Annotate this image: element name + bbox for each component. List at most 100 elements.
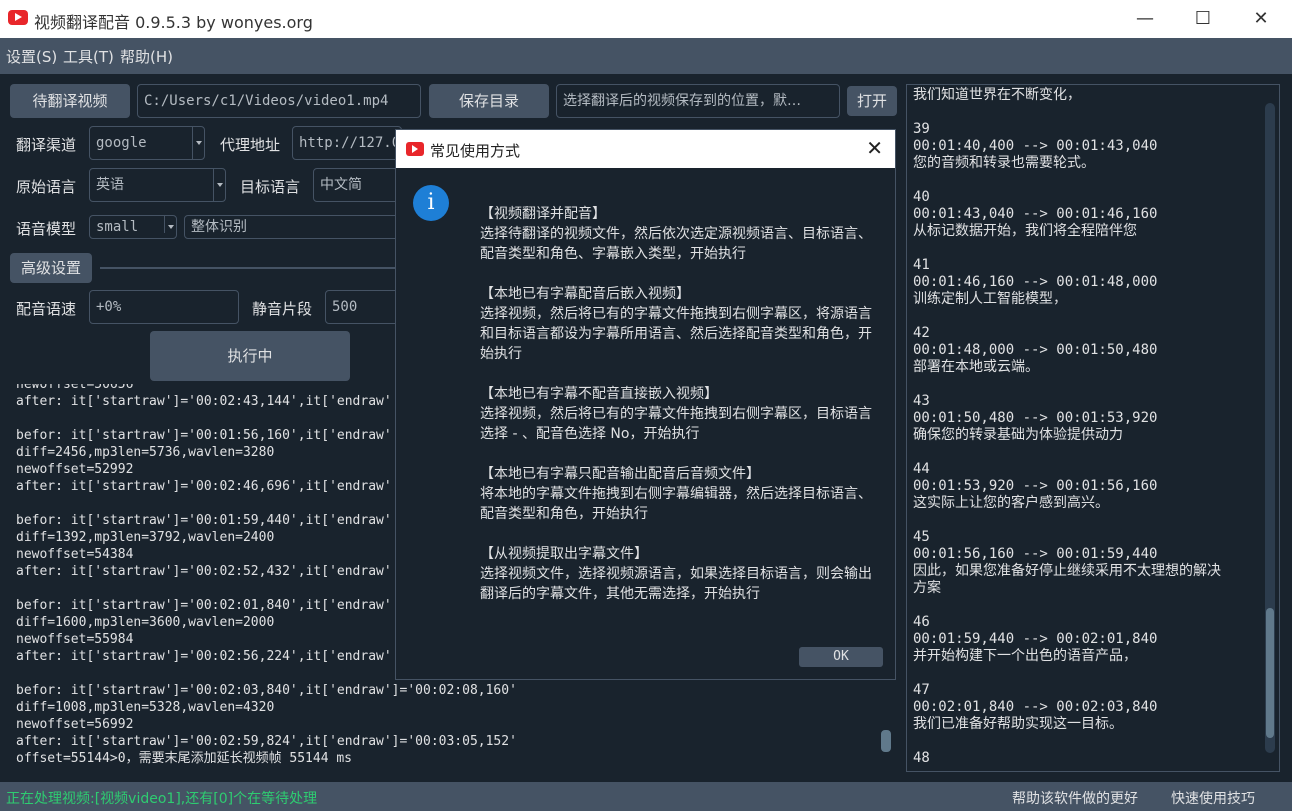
select-video-button[interactable]: 待翻译视频: [10, 84, 130, 118]
subtitle-line: 训练定制人工智能模型，: [913, 291, 1067, 307]
silence-label: 静音片段: [252, 300, 313, 318]
subtitle-line: 41: [913, 257, 930, 273]
subtitle-line: 部署在本地或云端。: [913, 359, 1039, 375]
subtitle-line: [913, 512, 1221, 529]
dialog-section: 【本地已有字幕配音后嵌入视频】 选择视频，然后将已有的字幕文件拖拽到右侧字幕区，…: [480, 284, 880, 364]
section-body: 选择视频，然后将已有的字幕文件拖拽到右侧字幕区，目标语言选择 - 、配音色选择 …: [480, 406, 872, 442]
subtitle-line: [913, 376, 1221, 393]
model-label: 语音模型: [16, 220, 77, 238]
status-bar: 正在处理视频:[视频video1],还有[0]个在等待处理 帮助该软件做的更好 …: [0, 782, 1292, 811]
channel-label: 翻译渠道: [16, 136, 77, 154]
ok-button[interactable]: OK: [799, 647, 883, 667]
subtitle-line: 我们知道世界在不断变化，: [913, 87, 1081, 103]
voice-rate-label: 配音语速: [16, 300, 77, 318]
subtitle-line: 43: [913, 393, 930, 409]
run-button[interactable]: 执行中: [150, 331, 350, 381]
save-dir-button[interactable]: 保存目录: [429, 84, 549, 118]
proxy-label: 代理地址: [220, 136, 281, 154]
subtitle-line: 00:01:50,480 --> 00:01:53,920: [913, 410, 1158, 426]
model-select[interactable]: small: [89, 215, 177, 239]
menu-tools[interactable]: 工具(T): [63, 46, 114, 67]
app-logo-icon: [406, 142, 424, 156]
silence-input[interactable]: 500: [325, 290, 403, 324]
subtitle-line: 00:02:01,840 --> 00:02:03,840: [913, 699, 1158, 715]
advanced-settings-button[interactable]: 高级设置: [10, 253, 92, 283]
subtitle-line: 00:01:53,920 --> 00:01:56,160: [913, 478, 1158, 494]
source-language-select[interactable]: 英语: [89, 168, 226, 202]
subtitle-scrollbar-thumb[interactable]: [1266, 608, 1274, 738]
maximize-button[interactable]: ☐: [1174, 0, 1232, 38]
subtitle-line: 00:01:56,160 --> 00:01:59,440: [913, 546, 1158, 562]
log-line: after: it['startraw']='00:02:59,824',it[…: [16, 734, 517, 749]
dialog-section: 【本地已有字幕不配音直接嵌入视频】 选择视频，然后将已有的字幕文件拖拽到右侧字幕…: [480, 384, 880, 444]
section-heading: 【本地已有字幕不配音直接嵌入视频】: [480, 386, 718, 402]
subtitle-line: 您的音频和转录也需要轮式。: [913, 155, 1095, 171]
section-body: 选择视频文件，选择视频源语言，如果选择目标语言，则会输出翻译后的字幕文件，其他无…: [480, 566, 872, 602]
proxy-input[interactable]: http://127.0: [292, 126, 402, 160]
chevron-down-icon: [213, 169, 225, 201]
source-video-path[interactable]: C:/Users/c1/Videos/video1.mp4: [137, 84, 421, 118]
subtitle-line: 00:01:46,160 --> 00:01:48,000: [913, 274, 1158, 290]
subtitle-line: 47: [913, 682, 930, 698]
subtitle-line: 从标记数据开始，我们将全程陪伴您: [913, 223, 1137, 239]
status-text: 正在处理视频:[视频video1],还有[0]个在等待处理: [6, 791, 318, 807]
minimize-button[interactable]: —: [1116, 0, 1174, 38]
section-heading: 【从视频提取出字幕文件】: [480, 546, 648, 562]
model-value: small: [96, 219, 139, 235]
subtitle-line: 这实际上让您的客户感到高兴。: [913, 495, 1109, 511]
subtitle-line: 42: [913, 325, 930, 341]
app-logo-icon: [8, 10, 28, 25]
usage-dialog: 常见使用方式 ✕ i 【视频翻译并配音】 选择待翻译的视频文件，然后依次选定源视…: [395, 129, 896, 680]
dialog-section: 【视频翻译并配音】 选择待翻译的视频文件，然后依次选定源视频语言、目标语言、配音…: [480, 204, 880, 264]
dialog-close-button[interactable]: ✕: [866, 136, 883, 160]
dialog-section: 【从视频提取出字幕文件】 选择视频文件，选择视频源语言，如果选择目标语言，则会输…: [480, 544, 880, 604]
subtitle-line: 00:01:48,000 --> 00:01:50,480: [913, 342, 1158, 358]
subtitle-line: 方案: [913, 580, 941, 596]
info-icon: i: [413, 185, 449, 221]
chevron-down-icon: [164, 216, 176, 233]
quick-tips-button[interactable]: 快速使用技巧: [1171, 788, 1255, 808]
open-dir-button[interactable]: 打开: [847, 86, 897, 116]
subtitle-line: 因此，如果您准备好停止继续采用不太理想的解决: [913, 563, 1221, 579]
subtitle-editor[interactable]: 我们知道世界在不断变化， 39 00:01:40,400 --> 00:01:43,…: [906, 84, 1280, 772]
target-language-label: 目标语言: [240, 178, 301, 196]
subtitle-line: 44: [913, 461, 930, 477]
target-language-select[interactable]: 中文简: [313, 168, 403, 202]
menu-bar: 设置(S) 工具(T) 帮助(H): [0, 38, 1292, 74]
subtitle-line: [913, 308, 1221, 325]
dialog-title-bar: 常见使用方式 ✕: [396, 130, 895, 168]
subtitle-line: [913, 240, 1221, 257]
source-language-label: 原始语言: [16, 178, 77, 196]
section-heading: 【本地已有字幕只配音输出配音后音频文件】: [480, 466, 760, 482]
window-title: 视频翻译配音 0.9.5.3 by wonyes.org: [34, 13, 313, 32]
menu-settings[interactable]: 设置(S): [6, 46, 57, 67]
log-line: newoffset=56992: [16, 717, 134, 732]
advanced-divider: [100, 267, 400, 269]
dialog-body: 【视频翻译并配音】 选择待翻译的视频文件，然后依次选定源视频语言、目标语言、配音…: [480, 204, 880, 624]
subtitle-line: 40: [913, 189, 930, 205]
section-heading: 【本地已有字幕配音后嵌入视频】: [480, 286, 690, 302]
menu-help[interactable]: 帮助(H): [120, 46, 173, 67]
source-language-value: 英语: [96, 177, 124, 193]
log-line: offset=55144>0，需要末尾添加延长视频帧 55144 ms: [16, 751, 353, 766]
subtitle-line: [913, 665, 1221, 682]
log-scrollbar-thumb[interactable]: [881, 730, 891, 752]
subtitle-line: 00:01:43,040 --> 00:01:46,160: [913, 206, 1158, 222]
voice-rate-input[interactable]: +0%: [89, 290, 239, 324]
recognition-mode-select[interactable]: 整体识别: [184, 215, 404, 239]
save-dir-input[interactable]: 选择翻译后的视频保存到的位置，默…: [556, 84, 840, 118]
dialog-title: 常见使用方式: [430, 142, 521, 160]
subtitle-line: 并开始构建下一个出色的语音产品，: [913, 648, 1137, 664]
section-heading: 【视频翻译并配音】: [480, 206, 606, 222]
channel-value: google: [96, 135, 147, 151]
close-button[interactable]: ✕: [1232, 0, 1290, 38]
section-body: 选择视频，然后将已有的字幕文件拖拽到右侧字幕区，将源语言和目标语言都设为字幕所用…: [480, 306, 872, 362]
help-improve-button[interactable]: 帮助该软件做的更好: [1012, 788, 1138, 808]
subtitle-line: 39: [913, 121, 930, 137]
subtitle-scrollbar[interactable]: [1265, 103, 1275, 753]
channel-select[interactable]: google: [89, 126, 205, 160]
section-body: 将本地的字幕文件拖拽到右侧字幕编辑器，然后选择目标语言、配音类型和角色，开始执行: [480, 486, 872, 522]
dialog-section: 【本地已有字幕只配音输出配音后音频文件】 将本地的字幕文件拖拽到右侧字幕编辑器，…: [480, 464, 880, 524]
subtitle-line: 46: [913, 614, 930, 630]
subtitle-line: 48: [913, 750, 930, 766]
